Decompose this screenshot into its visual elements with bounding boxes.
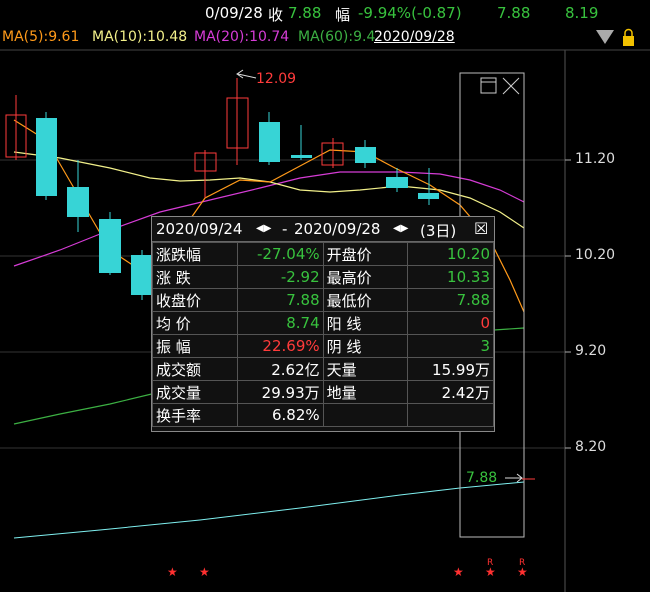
stat-label: 均 价: [152, 311, 238, 335]
volume-ma-line: [13, 481, 525, 539]
last-arrow-icon: [505, 473, 535, 483]
last-price-label: 7.88: [466, 470, 498, 486]
header-change-label: 幅: [335, 6, 351, 24]
stat-value: 15.99万: [407, 357, 494, 381]
stat-label: 最高价: [322, 265, 409, 289]
candle-down: [291, 155, 312, 158]
star-marker-icon[interactable]: ★: [199, 565, 210, 579]
table-row: 收盘价 7.88 最低价 7.88: [152, 288, 494, 312]
stat-label: 收盘价: [152, 288, 238, 312]
table-row: 振 幅 22.69% 阴 线 3: [152, 334, 494, 358]
candle-down: [99, 219, 121, 273]
stat-value: 0: [407, 311, 494, 335]
stat-label: 阳 线: [322, 311, 409, 335]
price-tick: 9.20: [575, 343, 607, 359]
stat-value: 7.88: [236, 288, 324, 312]
stat-value: 22.69%: [236, 334, 324, 358]
close-icon: [502, 77, 520, 95]
header-close-value: 7.88: [288, 4, 322, 22]
stat-value: 10.20: [407, 242, 494, 266]
table-row: 成交量 29.93万 地量 2.42万: [152, 380, 494, 404]
stat-value: -27.04%: [236, 242, 324, 266]
quote-header-bar: 0/09/28 收 7.88 幅 -9.94%(-0.87) 7.88 8.19: [0, 0, 650, 28]
stat-label: 地量: [322, 380, 409, 404]
ma60-line-right: [493, 327, 525, 331]
stat-value: -2.92: [236, 265, 324, 289]
stat-label: 天量: [322, 357, 409, 381]
moving-average-legend: MA(5):9.61 MA(10):10.48 MA(20):10.74 MA(…: [0, 27, 650, 49]
date-tag: 2020/09/28: [374, 29, 455, 45]
stat-label: [322, 403, 409, 427]
stat-value: 7.88: [407, 288, 494, 312]
stat-label: 换手率: [152, 403, 238, 427]
candle-down: [36, 118, 57, 196]
range-start: 2020/09/24: [156, 220, 243, 238]
candle-down: [355, 147, 376, 163]
ma10-label: MA(10):10.48: [92, 29, 188, 45]
candle-down: [67, 187, 89, 217]
stat-label: 成交额: [152, 357, 238, 381]
price-tick: 8.20: [575, 439, 607, 455]
table-row: 换手率 6.82%: [152, 403, 494, 427]
ma20-label: MA(20):10.74: [194, 29, 290, 45]
stat-value: 6.82%: [236, 403, 324, 427]
price-tick: 10.20: [575, 247, 616, 263]
range-days: (3日): [420, 222, 457, 240]
ma60-label: MA(60):9.4: [298, 29, 376, 45]
star-marker-icon[interactable]: ★: [517, 565, 528, 579]
header-change-value: -9.94%(-0.87): [358, 4, 462, 22]
stat-label: 涨 跌: [152, 265, 238, 289]
header-date: 0/09/28: [205, 4, 263, 22]
price-tick: 11.20: [575, 151, 616, 167]
stat-label: 开盘价: [322, 242, 409, 266]
table-row: 涨 跌 -2.92 最高价 10.33: [152, 265, 494, 289]
star-marker-icon[interactable]: ★: [167, 565, 178, 579]
stat-label: 阴 线: [322, 334, 409, 358]
stat-value: 2.62亿: [236, 357, 324, 381]
table-row: 涨跌幅 -27.04% 开盘价 10.20: [152, 242, 494, 266]
range-end: 2020/09/28: [294, 220, 381, 238]
ma5-label: MA(5):9.61: [2, 29, 80, 45]
popup-close-icon[interactable]: ☒: [474, 219, 488, 238]
stat-label: 成交量: [152, 380, 238, 404]
stat-value: 8.74: [236, 311, 324, 335]
table-row: 均 价 8.74 阳 线 0: [152, 311, 494, 335]
candle-down: [131, 255, 151, 295]
stat-value: [407, 403, 494, 427]
star-marker-icon[interactable]: ★: [485, 565, 496, 579]
table-row: 成交额 2.62亿 天量 15.99万: [152, 357, 494, 381]
header-close-label: 收: [268, 6, 284, 24]
maximize-icon: [480, 77, 497, 94]
stat-label: 最低价: [322, 288, 409, 312]
header-value-2: 7.88: [497, 4, 531, 22]
range-separator: -: [282, 220, 288, 238]
statistics-table: 涨跌幅 -27.04% 开盘价 10.20 涨 跌 -2.92 最高价 10.3…: [152, 242, 494, 427]
high-arrow-icon: [236, 69, 257, 79]
header-value-3: 8.19: [565, 4, 599, 22]
stat-value: 29.93万: [236, 380, 324, 404]
stat-value: 10.33: [407, 265, 494, 289]
stat-value: 3: [407, 334, 494, 358]
range-start-stepper[interactable]: ◀▶: [256, 223, 271, 234]
star-marker-icon[interactable]: ★: [453, 565, 464, 579]
stat-value: 2.42万: [407, 380, 494, 404]
high-price-label: 12.09: [256, 71, 297, 87]
stat-label: 振 幅: [152, 334, 238, 358]
range-end-stepper[interactable]: ◀▶: [393, 223, 408, 234]
popup-header: 2020/09/24 ◀▶ - 2020/09/28 ◀▶ (3日) ☒: [152, 217, 494, 242]
range-statistics-popup[interactable]: 2020/09/24 ◀▶ - 2020/09/28 ◀▶ (3日) ☒ 涨跌幅…: [151, 216, 495, 432]
stat-label: 涨跌幅: [152, 242, 238, 266]
candle-down: [418, 193, 439, 199]
candle-down: [386, 177, 408, 188]
candle-down: [259, 122, 280, 162]
